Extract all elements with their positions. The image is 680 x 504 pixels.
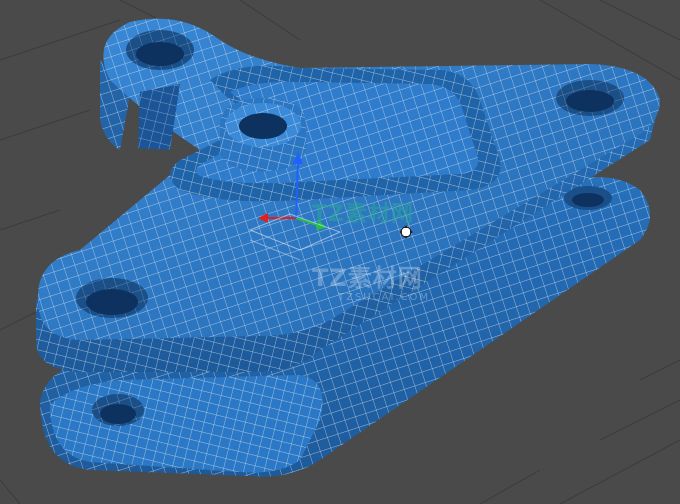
center-hole xyxy=(239,113,287,139)
viewport-scene[interactable] xyxy=(0,0,680,504)
3d-viewport[interactable]: TZ素材网 TZ素材网 TZSUCAI.COM xyxy=(0,0,680,504)
